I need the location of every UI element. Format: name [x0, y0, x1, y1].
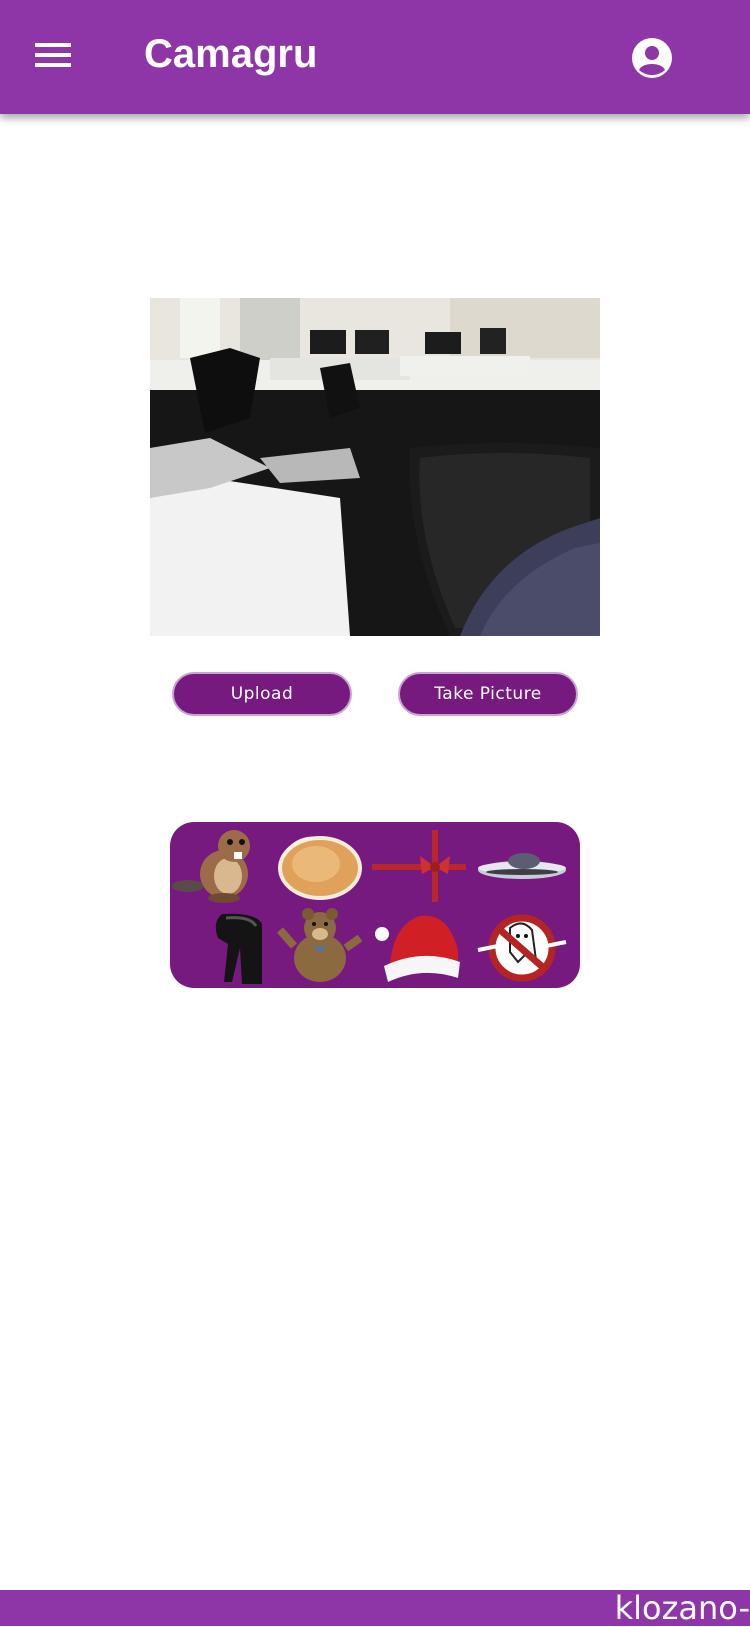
take-picture-button[interactable]: Take Picture — [398, 672, 578, 716]
santa-hat-sticker[interactable] — [372, 910, 468, 986]
footer-author: klozano- — [614, 1589, 750, 1627]
ufo-sticker[interactable] — [474, 828, 570, 904]
account-circle-icon — [632, 38, 672, 78]
hamburger-line — [35, 53, 71, 57]
onion-icon — [278, 836, 362, 900]
footer: klozano- — [0, 1590, 750, 1626]
app-title: Camagru — [144, 32, 318, 76]
bear-sticker[interactable] — [274, 908, 370, 984]
beaver-sticker[interactable] — [172, 828, 268, 904]
hamburger-menu-icon — [35, 43, 71, 47]
account-button[interactable] — [630, 36, 674, 80]
ribbon-sticker[interactable] — [372, 830, 468, 906]
hamburger-line — [35, 63, 71, 67]
onion-sticker[interactable] — [274, 828, 370, 904]
menu-button[interactable] — [32, 37, 78, 77]
ufo-icon — [478, 853, 566, 879]
ghostbusters-sticker[interactable] — [474, 908, 570, 984]
sticker-palette — [170, 822, 580, 988]
camera-preview — [150, 298, 600, 636]
bear-icon — [276, 908, 363, 982]
upload-button[interactable]: Upload — [172, 672, 352, 716]
alien-icon — [215, 913, 262, 984]
beaver-icon — [172, 830, 250, 903]
santa-hat-icon — [375, 915, 460, 982]
app-bar: Camagru — [0, 0, 750, 114]
ribbon-icon — [372, 830, 466, 902]
ghostbusters-icon — [477, 914, 567, 982]
alien-sticker[interactable] — [172, 908, 268, 984]
webcam-image — [150, 298, 600, 636]
